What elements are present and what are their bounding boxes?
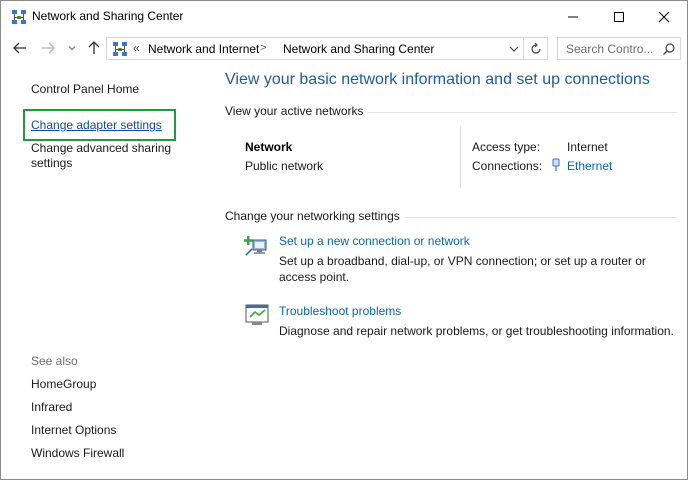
- minimize-button[interactable]: [550, 1, 596, 32]
- troubleshoot-problems-link[interactable]: Troubleshoot problems: [279, 304, 401, 318]
- forward-button[interactable]: [38, 37, 58, 59]
- arrow-right-icon: [42, 42, 55, 54]
- vertical-divider: [460, 126, 461, 188]
- breadcrumb-network-and-internet[interactable]: Network and Internet: [148, 42, 259, 56]
- close-button[interactable]: [641, 1, 687, 32]
- maximize-icon: [614, 11, 624, 22]
- breadcrumb-overflow[interactable]: «: [133, 41, 140, 55]
- title-bar: Network and Sharing Center: [1, 1, 687, 32]
- chevron-down-icon[interactable]: [507, 42, 521, 56]
- window-title: Network and Sharing Center: [32, 9, 184, 23]
- back-button[interactable]: [10, 37, 30, 59]
- set-up-new-connection-link[interactable]: Set up a new connection or network: [279, 234, 470, 248]
- window: Network and Sharing Center « Network and…: [0, 0, 688, 480]
- infrared-link[interactable]: Infrared: [31, 400, 72, 415]
- maximize-button[interactable]: [596, 1, 642, 32]
- left-pane: Control Panel Home Change adapter settin…: [1, 63, 213, 480]
- troubleshoot-problems-description: Diagnose and repair network problems, or…: [279, 324, 674, 338]
- change-settings-heading: Change your networking settings: [225, 209, 400, 223]
- section-divider: [405, 217, 677, 218]
- network-center-icon: [113, 42, 127, 56]
- breadcrumb-separator[interactable]: >: [260, 42, 266, 54]
- ethernet-icon: [552, 158, 560, 171]
- access-type-value: Internet: [567, 140, 608, 154]
- troubleshoot-icon: [245, 304, 269, 325]
- network-center-icon: [12, 10, 26, 24]
- arrow-left-icon: [13, 42, 26, 54]
- set-up-new-connection-description: Set up a broadband, dial-up, or VPN conn…: [279, 254, 646, 284]
- connections-label: Connections:: [472, 159, 543, 173]
- section-divider: [367, 112, 677, 113]
- control-panel-home-link[interactable]: Control Panel Home: [31, 82, 139, 97]
- change-adapter-settings-link[interactable]: Change adapter settings: [31, 118, 162, 133]
- arrow-up-icon: [88, 41, 100, 54]
- up-button[interactable]: [84, 37, 104, 59]
- navigation-bar: « Network and Internet > Network and Sha…: [1, 34, 687, 62]
- search-input[interactable]: Search Contro...: [566, 42, 653, 56]
- new-connection-icon: [244, 236, 267, 256]
- search-box[interactable]: Search Contro...: [557, 37, 681, 60]
- address-bar[interactable]: « Network and Internet > Network and Sha…: [106, 37, 524, 60]
- close-icon: [658, 11, 670, 22]
- network-category: Public network: [245, 159, 324, 173]
- internet-options-link[interactable]: Internet Options: [31, 423, 116, 438]
- network-name: Network: [245, 140, 293, 154]
- access-type-label: Access type:: [472, 140, 541, 154]
- refresh-icon: [530, 42, 541, 54]
- recent-locations-button[interactable]: [65, 37, 79, 59]
- breadcrumb-network-and-sharing-center[interactable]: Network and Sharing Center: [283, 42, 434, 56]
- change-advanced-sharing-settings-link[interactable]: Change advanced sharing settings: [31, 141, 191, 171]
- homegroup-link[interactable]: HomeGroup: [31, 377, 96, 392]
- minimize-icon: [568, 16, 578, 17]
- chevron-down-icon: [68, 46, 76, 51]
- active-networks-heading: View your active networks: [225, 104, 364, 118]
- page-title: View your basic network information and …: [225, 71, 650, 88]
- see-also-heading: See also: [31, 354, 78, 368]
- ethernet-link[interactable]: Ethernet: [567, 159, 612, 173]
- search-icon[interactable]: [662, 42, 676, 56]
- windows-firewall-link[interactable]: Windows Firewall: [31, 446, 124, 461]
- refresh-button[interactable]: [524, 37, 548, 60]
